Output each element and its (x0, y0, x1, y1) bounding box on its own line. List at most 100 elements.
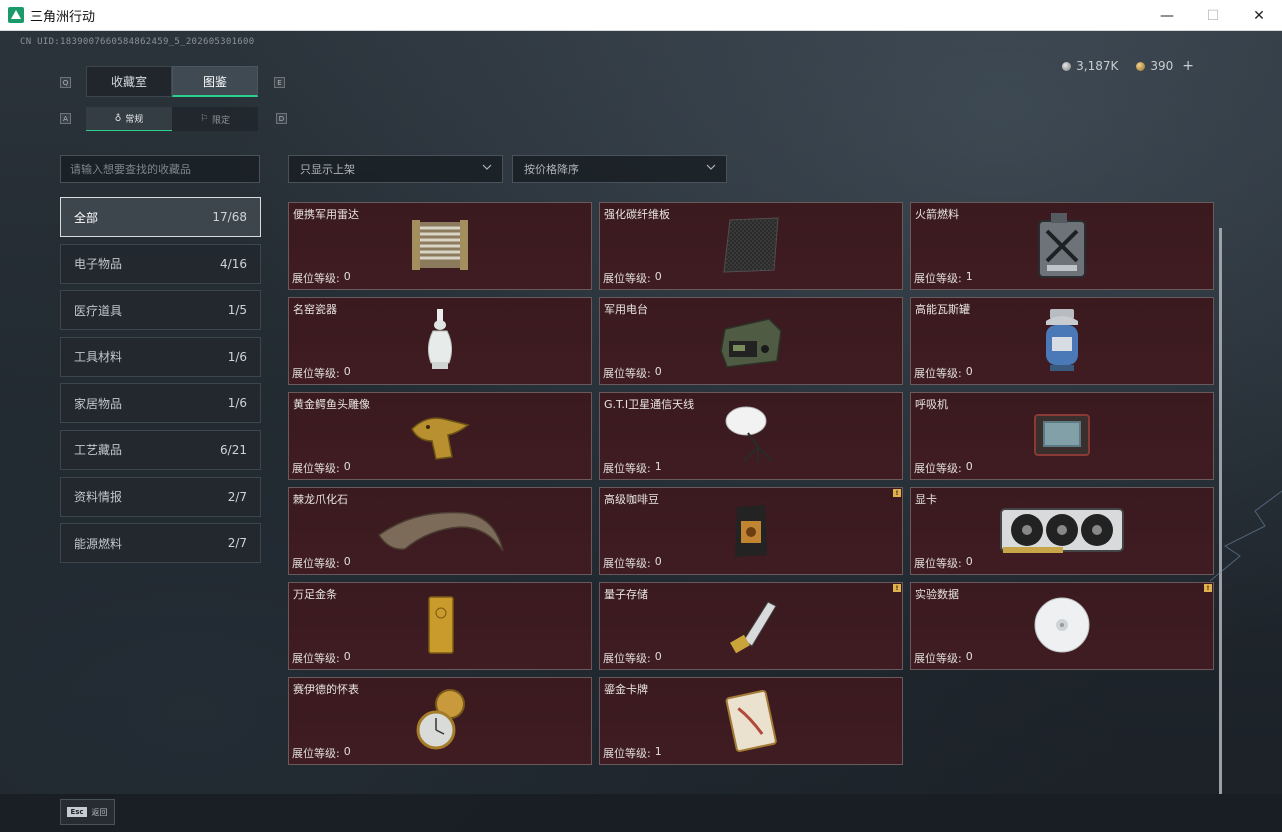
item-card[interactable]: 量子存储 展位等级: 0! (599, 582, 903, 670)
level-value: 0 (654, 650, 662, 663)
subtab-limited[interactable]: ⚐ 限定 (172, 107, 258, 131)
item-card[interactable]: G.T.I卫星通信天线 展位等级: 1 (599, 392, 903, 480)
item-card[interactable]: 实验数据 展位等级: 0! (910, 582, 1214, 670)
category-count: 17/68 (212, 210, 247, 224)
level-label: 展位等级: (603, 462, 651, 475)
item-card[interactable]: 强化碳纤维板 展位等级: 0 (599, 202, 903, 290)
level-value: 1 (654, 460, 662, 473)
item-card[interactable]: 黄金鳄鱼头雕像 展位等级: 0 (288, 392, 592, 480)
item-card[interactable]: 棘龙爪化石 展位等级: 0 (288, 487, 592, 575)
item-card[interactable]: 万足金条 展位等级: 0 (288, 582, 592, 670)
gold-bar-icon (289, 596, 591, 654)
category-count: 6/21 (220, 442, 247, 457)
item-level: 展位等级: 0 (914, 460, 973, 476)
sort-dropdown[interactable]: 按价格降序 (512, 155, 727, 183)
level-label: 展位等级: (603, 367, 651, 380)
military-radio-icon (600, 312, 902, 368)
new-badge-icon: ! (893, 489, 901, 497)
item-card[interactable]: 鎏金卡牌 展位等级: 1 (599, 677, 903, 765)
ventilator-icon (911, 407, 1213, 463)
satellite-dish-icon (600, 406, 902, 463)
subtab-regular[interactable]: ♁ 常规 (86, 107, 172, 131)
level-label: 展位等级: (292, 652, 340, 665)
category-label: 能源燃料 (74, 536, 123, 551)
level-value: 0 (965, 650, 973, 663)
item-card[interactable]: 便携军用雷达 展位等级: 0 (288, 202, 592, 290)
silver-coin-icon (1062, 61, 1072, 71)
category-item[interactable]: 工艺藏品 6/21 (60, 429, 261, 470)
level-label: 展位等级: (603, 272, 651, 285)
category-item[interactable]: 家居物品 1/6 (60, 383, 261, 424)
item-level: 展位等级: 1 (603, 460, 662, 476)
data-disc-icon (911, 597, 1213, 653)
item-card[interactable]: 呼吸机 展位等级: 0 (910, 392, 1214, 480)
category-label: 电子物品 (74, 257, 123, 272)
coffee-bag-icon (600, 502, 902, 558)
quantum-storage-icon (600, 597, 902, 654)
app-logo-icon (8, 7, 24, 23)
item-level: 展位等级: 0 (292, 270, 351, 286)
add-currency-button[interactable]: + (1182, 58, 1194, 74)
main-tabs: 收藏室 图鉴 (86, 66, 258, 97)
item-card[interactable]: 名窑瓷器 展位等级: 0 (288, 297, 592, 385)
fuel-can-icon (911, 213, 1213, 278)
level-value: 0 (654, 270, 662, 283)
window-title: 三角洲行动 (30, 9, 96, 25)
level-value: 0 (654, 555, 662, 568)
tab-collection-room[interactable]: 收藏室 (86, 66, 172, 97)
currency-bar: 3,187K 390 + (1062, 58, 1194, 74)
item-card[interactable]: 赛伊德的怀表 展位等级: 0 (288, 677, 592, 765)
back-button[interactable]: Esc 返回 (60, 799, 115, 825)
level-value: 0 (965, 555, 973, 568)
category-item[interactable]: 全部 17/68 (60, 197, 261, 237)
item-card[interactable]: 高级咖啡豆 展位等级: 0! (599, 487, 903, 575)
minimize-button[interactable]: — (1144, 0, 1190, 31)
level-label: 展位等级: (914, 272, 962, 285)
item-card[interactable]: 军用电台 展位等级: 0 (599, 297, 903, 385)
shelf-filter-dropdown[interactable]: 只显示上架 (288, 155, 503, 183)
item-level: 展位等级: 0 (603, 365, 662, 381)
category-item[interactable]: 电子物品 4/16 (60, 243, 261, 284)
category-item[interactable]: 医疗道具 1/5 (60, 290, 261, 331)
subtab-limited-label: 限定 (212, 115, 231, 126)
maximize-button[interactable]: ☐ (1190, 0, 1236, 31)
user-uid: CN UID:1839007660584862459_5_20260530160… (20, 37, 255, 47)
level-value: 0 (343, 365, 351, 378)
item-level: 展位等级: 0 (914, 555, 973, 571)
level-value: 0 (343, 745, 351, 758)
item-card[interactable]: 火箭燃料 展位等级: 1 (910, 202, 1214, 290)
gold-amount: 390 (1150, 59, 1174, 73)
back-label: 返回 (91, 807, 108, 817)
subtab-regular-label: 常规 (125, 115, 144, 125)
radar-icon (289, 217, 591, 273)
item-level: 展位等级: 0 (603, 650, 662, 666)
silver-amount: 3,187K (1076, 59, 1119, 73)
item-card[interactable]: 显卡 展位等级: 0 (910, 487, 1214, 575)
tab-catalog[interactable]: 图鉴 (172, 66, 258, 97)
category-label: 家居物品 (74, 396, 123, 411)
item-card[interactable]: 高能瓦斯罐 展位等级: 0 (910, 297, 1214, 385)
gold-crocodile-icon (289, 407, 591, 463)
level-label: 展位等级: (603, 557, 651, 570)
level-value: 0 (343, 650, 351, 663)
search-input[interactable] (60, 155, 260, 183)
close-button[interactable]: ✕ (1236, 0, 1282, 31)
level-value: 1 (965, 270, 973, 283)
category-count: 1/6 (227, 349, 247, 364)
sort-value: 按价格降序 (524, 163, 579, 176)
category-item[interactable]: 能源燃料 2/7 (60, 523, 261, 564)
level-label: 展位等级: (292, 272, 340, 285)
silver-currency: 3,187K (1062, 59, 1118, 73)
claw-fossil-icon (289, 502, 591, 558)
category-label: 医疗道具 (74, 303, 123, 318)
chevron-down-icon (482, 164, 492, 170)
window-controls: — ☐ ✕ (1144, 0, 1282, 31)
bottom-bar: Esc 返回 (0, 794, 1282, 832)
category-count: 1/6 (227, 396, 247, 411)
level-label: 展位等级: (914, 462, 962, 475)
category-item[interactable]: 资料情报 2/7 (60, 476, 261, 517)
new-badge-icon: ! (893, 584, 901, 592)
category-item[interactable]: 工具材料 1/6 (60, 336, 261, 377)
level-value: 0 (965, 460, 973, 473)
gold-currency: 390 + (1136, 58, 1194, 74)
